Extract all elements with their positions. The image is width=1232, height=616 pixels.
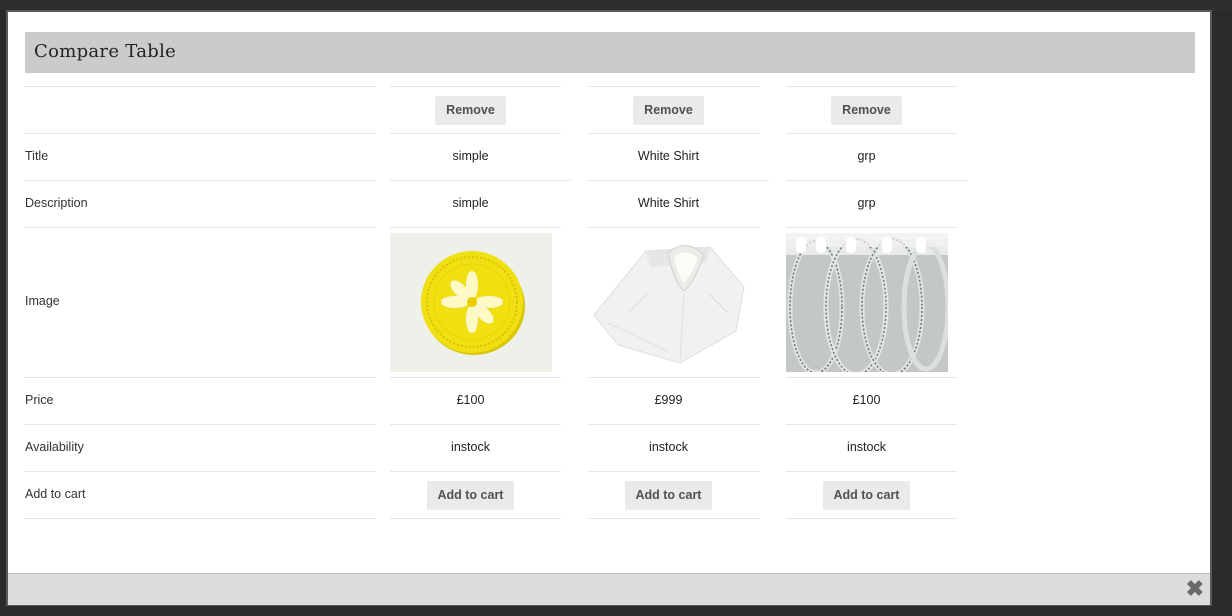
row-divider: [786, 518, 957, 519]
row-divider: [390, 180, 571, 181]
product-title: White Shirt: [637, 149, 700, 163]
product-title: simple: [452, 149, 489, 163]
row-label-availability: Availability: [25, 440, 84, 454]
row-divider: [25, 180, 376, 181]
row-divider: [390, 424, 561, 425]
row-divider: [588, 518, 759, 519]
add-to-cart-button[interactable]: Add to cart: [823, 481, 910, 510]
product-availability: instock: [847, 440, 886, 454]
row-divider: [390, 227, 561, 228]
remove-button[interactable]: Remove: [831, 96, 902, 125]
product-availability: instock: [649, 440, 688, 454]
row-label-price: Price: [25, 393, 54, 407]
product-description: grp: [857, 196, 876, 210]
page-backdrop: [0, 0, 1232, 10]
row-label-image: Image: [25, 294, 60, 308]
row-divider: [25, 86, 376, 87]
row-divider: [786, 180, 967, 181]
row-divider: [588, 227, 759, 228]
row-label-description: Description: [25, 196, 88, 210]
row-divider: [786, 227, 957, 228]
row-divider: [390, 133, 561, 134]
remove-button[interactable]: Remove: [633, 96, 704, 125]
product-title: grp: [857, 149, 876, 163]
yellow-coin-image[interactable]: [390, 233, 552, 372]
product-description: simple: [452, 196, 489, 210]
row-divider: [786, 471, 957, 472]
silver-bangles-image[interactable]: [786, 233, 948, 372]
product-description: White Shirt: [637, 196, 700, 210]
product-price: £100: [852, 393, 881, 407]
row-divider: [25, 424, 376, 425]
row-label-title: Title: [25, 149, 49, 163]
compare-modal: Compare Table Title Description Image Pr…: [6, 10, 1212, 606]
close-icon[interactable]: ✖: [1186, 577, 1204, 601]
row-divider: [786, 377, 957, 378]
row-divider: [786, 86, 957, 87]
row-divider: [588, 377, 759, 378]
white-shirt-image[interactable]: [588, 233, 750, 372]
row-divider: [25, 377, 376, 378]
row-divider: [588, 180, 769, 181]
row-divider: [588, 133, 759, 134]
row-divider: [390, 377, 561, 378]
modal-title: Compare Table: [34, 41, 177, 62]
row-divider: [588, 471, 759, 472]
row-divider: [588, 424, 759, 425]
modal-header: Compare Table: [25, 32, 1195, 73]
modal-footer: ✖: [8, 573, 1210, 605]
row-divider: [25, 133, 376, 134]
row-divider: [25, 471, 376, 472]
remove-button[interactable]: Remove: [435, 96, 506, 125]
product-availability: instock: [451, 440, 490, 454]
row-divider: [390, 518, 561, 519]
row-divider: [786, 424, 957, 425]
row-divider: [25, 227, 376, 228]
row-divider: [25, 518, 376, 519]
row-divider: [588, 86, 759, 87]
product-price: £100: [456, 393, 485, 407]
row-divider: [786, 133, 957, 134]
product-price: £999: [654, 393, 683, 407]
row-divider: [390, 471, 561, 472]
row-divider: [390, 86, 561, 87]
add-to-cart-button[interactable]: Add to cart: [625, 481, 712, 510]
add-to-cart-button[interactable]: Add to cart: [427, 481, 514, 510]
row-label-add-to-cart: Add to cart: [25, 487, 86, 501]
